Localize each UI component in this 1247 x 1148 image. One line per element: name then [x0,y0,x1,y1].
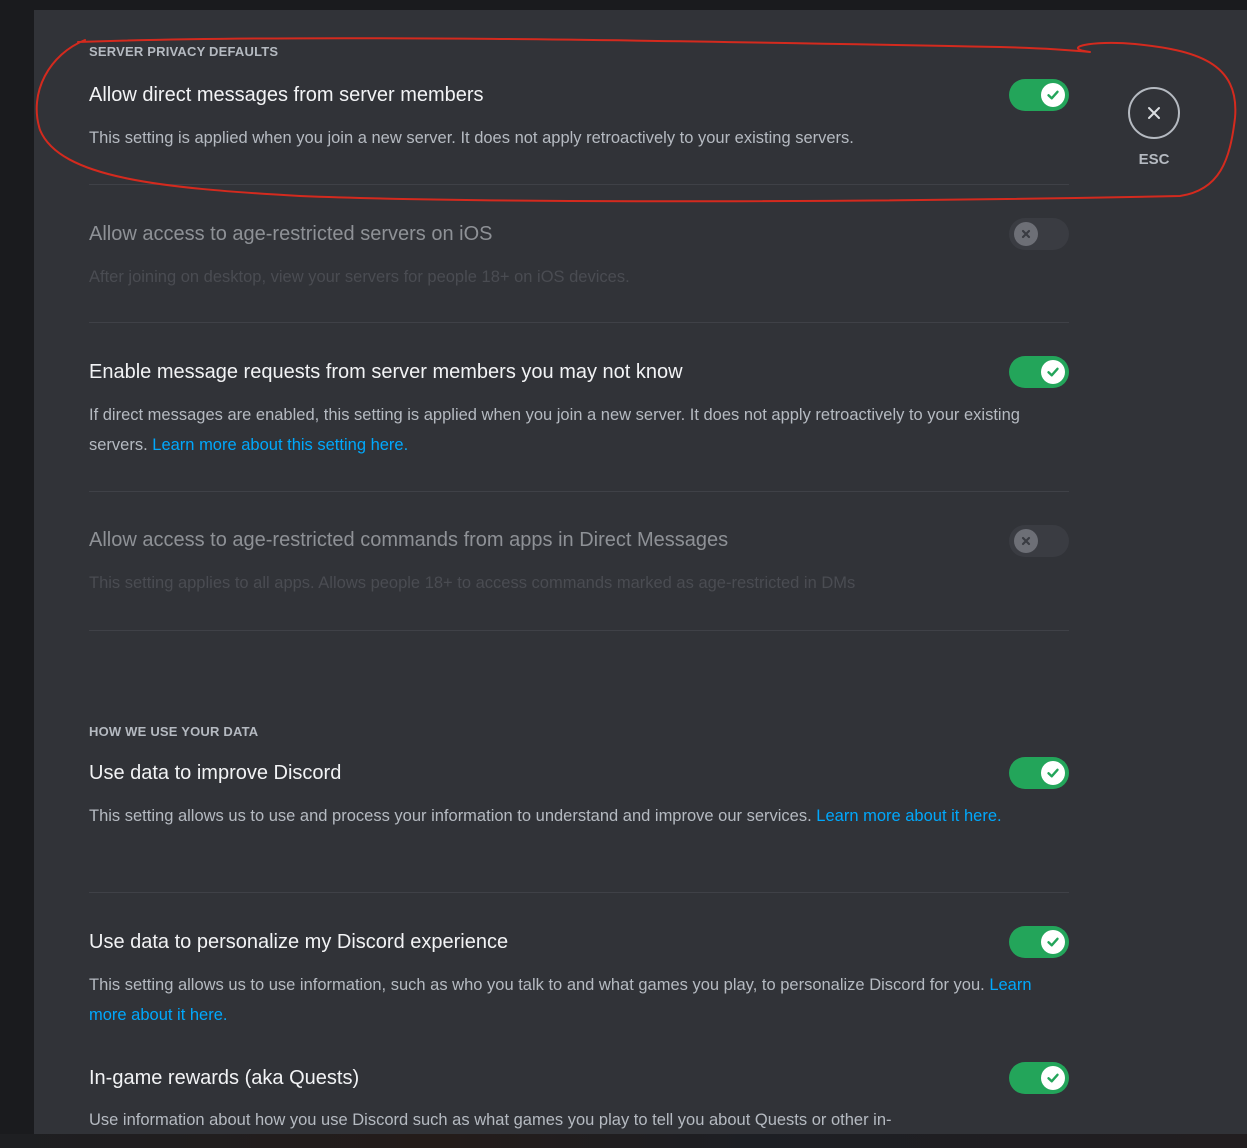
setting-title: Enable message requests from server memb… [89,361,683,383]
setting-description: After joining on desktop, view your serv… [89,268,630,286]
learn-more-link[interactable]: Learn more about it here. [816,807,1001,825]
setting-title: Allow access to age-restricted servers o… [89,223,493,245]
toggle-personalize-experience[interactable] [1009,926,1069,958]
left-backdrop [0,0,34,1148]
checkmark-icon [1047,937,1059,947]
setting-title: Use data to personalize my Discord exper… [89,931,509,953]
setting-title: Allow access to age-restricted commands … [89,529,729,551]
toggle-age-restricted-commands[interactable] [1009,525,1069,557]
setting-description: Use information about how you use Discor… [89,1111,892,1129]
setting-description-container: This setting allows us to use informatio… [89,970,1069,1030]
x-icon [1021,536,1031,546]
setting-title: Use data to improve Discord [89,762,342,784]
setting-description-container: If direct messages are enabled, this set… [89,400,1069,460]
checkmark-icon [1047,1073,1059,1083]
toggle-knob [1041,83,1065,107]
toggle-knob [1014,222,1038,246]
toggle-knob [1014,529,1038,553]
setting-description-container: This setting allows us to use and proces… [89,801,1069,831]
setting-improve-discord: Use data to improve Discord This setting… [89,760,1069,831]
esc-label: ESC [1138,151,1170,168]
bottom-backdrop [0,1134,1247,1148]
divider [89,491,1069,492]
checkmark-icon [1047,90,1059,100]
setting-description: This setting is applied when you join a … [89,129,854,147]
toggle-knob [1041,1066,1065,1090]
toggle-age-restricted-servers-ios[interactable] [1009,218,1069,250]
close-icon [1148,107,1160,119]
toggle-improve-discord[interactable] [1009,757,1069,789]
setting-description: This setting allows us to use and proces… [89,807,812,825]
close-button[interactable] [1128,87,1180,139]
toggle-knob [1041,761,1065,785]
top-backdrop [0,0,1247,10]
setting-title: In-game rewards (aka Quests) [89,1067,360,1089]
section-header-server-privacy: SERVER PRIVACY DEFAULTS [89,44,279,59]
toggle-allow-direct-messages[interactable] [1009,79,1069,111]
setting-description: This setting applies to all apps. Allows… [89,574,856,592]
divider [89,892,1069,893]
setting-age-restricted-servers-ios: Allow access to age-restricted servers o… [89,221,1069,292]
checkmark-icon [1047,768,1059,778]
setting-message-requests: Enable message requests from server memb… [89,359,1069,460]
setting-age-restricted-commands: Allow access to age-restricted commands … [89,527,1069,598]
x-icon [1021,229,1031,239]
setting-in-game-rewards: In-game rewards (aka Quests) Use informa… [89,1065,1069,1135]
setting-title: Allow direct messages from server member… [89,84,484,106]
toggle-knob [1041,360,1065,384]
toggle-in-game-rewards[interactable] [1009,1062,1069,1094]
setting-personalize-experience: Use data to personalize my Discord exper… [89,929,1069,1030]
setting-allow-direct-messages: Allow direct messages from server member… [89,82,1069,153]
toggle-message-requests[interactable] [1009,356,1069,388]
toggle-knob [1041,930,1065,954]
setting-description: This setting allows us to use informatio… [89,976,985,994]
checkmark-icon [1047,367,1059,377]
divider [89,184,1069,185]
divider [89,322,1069,323]
divider [89,630,1069,631]
section-header-data-usage: HOW WE USE YOUR DATA [89,724,259,739]
learn-more-link[interactable]: Learn more about this setting here. [152,436,408,454]
